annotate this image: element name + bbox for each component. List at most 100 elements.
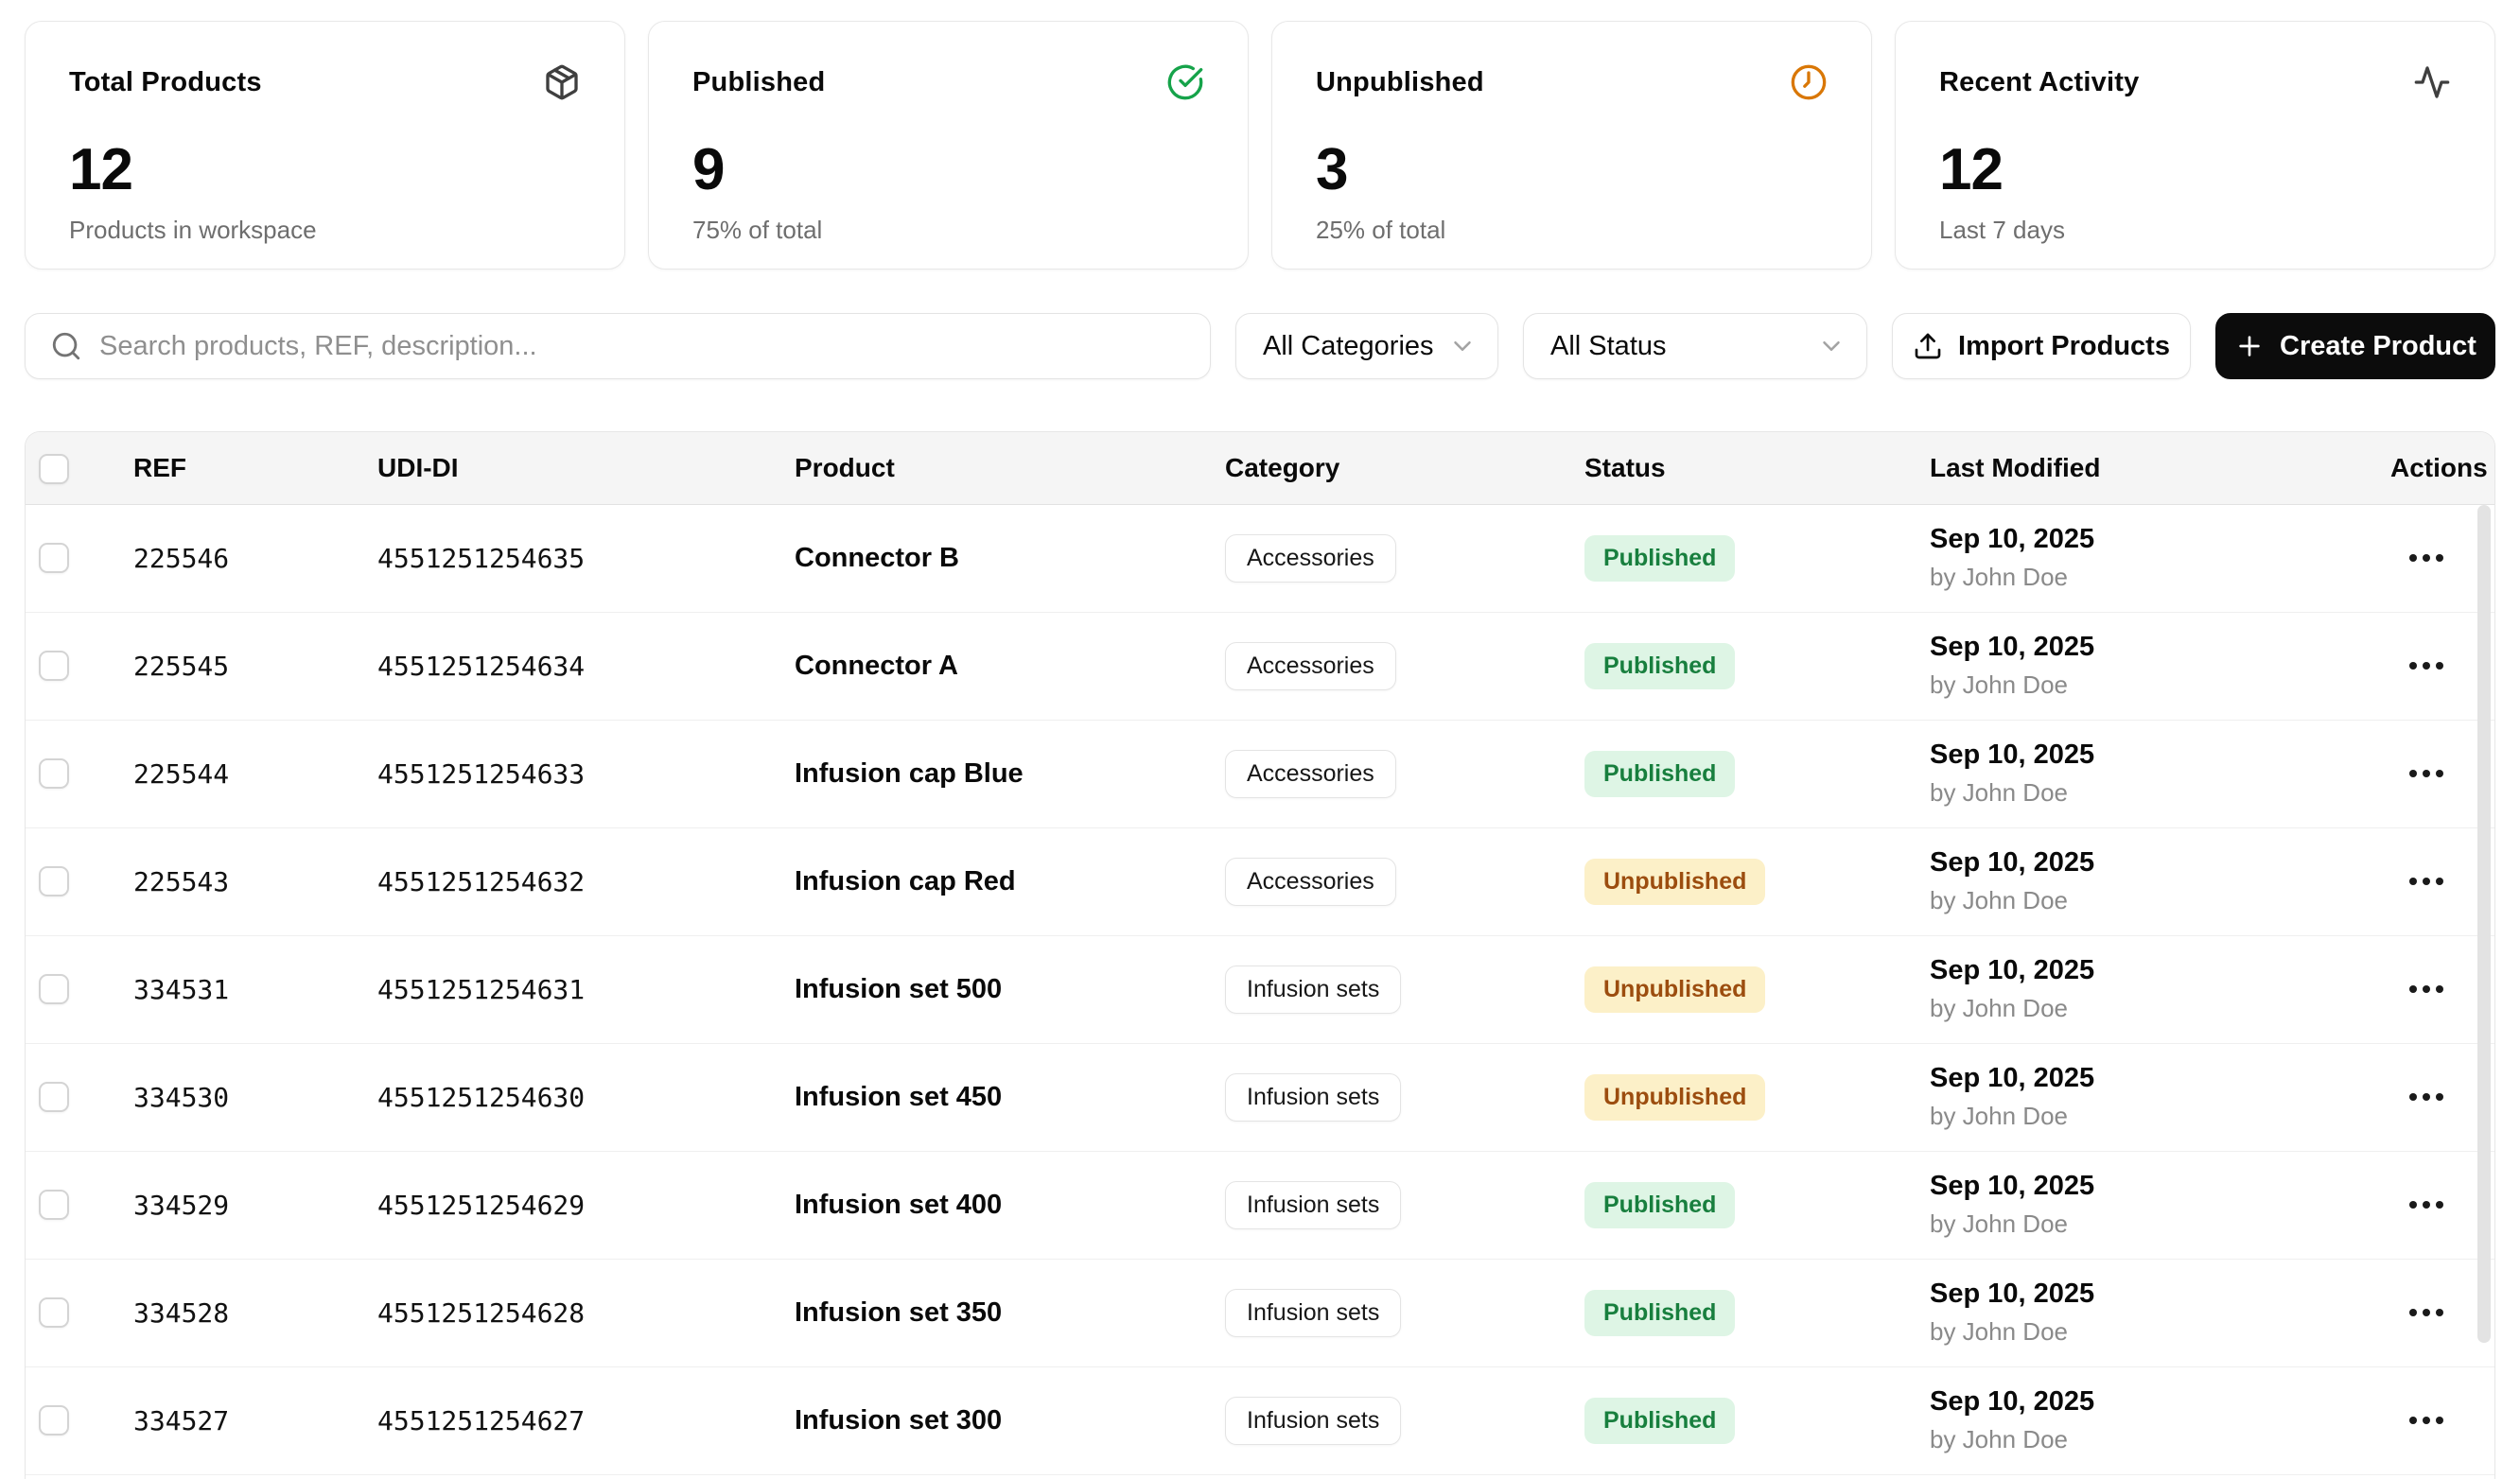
table-scrollbar-thumb[interactable] [2477, 505, 2491, 1343]
column-header-actions: Actions [2390, 432, 2494, 504]
dashboard-page: Total Products 12 Products in workspace … [0, 0, 2520, 1479]
ref-value: 225544 [133, 758, 229, 790]
search-input[interactable] [99, 331, 1185, 362]
category-filter-value: All Categories [1263, 331, 1434, 362]
status-badge: Unpublished [1584, 1074, 1765, 1121]
row-checkbox[interactable] [39, 1082, 69, 1112]
ref-value: 225546 [133, 543, 229, 574]
card-title: Recent Activity [1939, 67, 2139, 98]
search-box [25, 313, 1211, 379]
table-body: 225546 4551251254635 Connector B Accesso… [26, 504, 2494, 1474]
create-product-label: Create Product [2280, 331, 2476, 362]
last-modified-date: Sep 10, 2025 [1930, 740, 2390, 771]
more-horizontal-icon[interactable] [2406, 1084, 2447, 1110]
last-modified-by: by John Doe [1930, 1209, 2390, 1239]
stat-card-total-products: Total Products 12 Products in workspace [25, 21, 625, 270]
card-value: 12 [69, 141, 581, 200]
last-modified-by: by John Doe [1930, 994, 2390, 1023]
category-chip: Infusion sets [1225, 966, 1401, 1014]
more-horizontal-icon[interactable] [2406, 1192, 2447, 1218]
ref-value: 334529 [133, 1190, 229, 1221]
row-checkbox[interactable] [39, 758, 69, 789]
category-chip: Accessories [1225, 642, 1396, 690]
row-checkbox[interactable] [39, 974, 69, 1004]
status-badge: Published [1584, 1290, 1735, 1336]
product-name: Infusion set 500 [795, 974, 1002, 1004]
row-checkbox[interactable] [39, 651, 69, 681]
check-circle-icon [1166, 63, 1204, 101]
ref-value: 225545 [133, 651, 229, 682]
last-modified-date: Sep 10, 2025 [1930, 955, 2390, 986]
table-row: 334529 4551251254629 Infusion set 400 In… [26, 1151, 2494, 1259]
card-subtitle: 75% of total [692, 216, 1204, 245]
last-modified-by: by John Doe [1930, 778, 2390, 808]
stats-cards: Total Products 12 Products in workspace … [25, 21, 2495, 270]
last-modified-date: Sep 10, 2025 [1930, 847, 2390, 879]
status-badge: Published [1584, 1398, 1735, 1444]
udi-di-value: 4551251254634 [377, 651, 585, 682]
status-badge: Published [1584, 751, 1735, 797]
more-horizontal-icon[interactable] [2406, 652, 2447, 679]
last-modified-by: by John Doe [1930, 886, 2390, 915]
udi-di-value: 4551251254629 [377, 1190, 585, 1221]
more-horizontal-icon[interactable] [2406, 1299, 2447, 1326]
row-checkbox[interactable] [39, 1405, 69, 1436]
category-chip: Infusion sets [1225, 1397, 1401, 1445]
table-row: 225543 4551251254632 Infusion cap Red Ac… [26, 827, 2494, 935]
product-name: Infusion set 350 [795, 1297, 1002, 1328]
row-checkbox[interactable] [39, 1297, 69, 1328]
udi-di-value: 4551251254628 [377, 1297, 585, 1329]
row-checkbox[interactable] [39, 1190, 69, 1220]
table-row: 334531 4551251254631 Infusion set 500 In… [26, 935, 2494, 1043]
more-horizontal-icon[interactable] [2406, 760, 2447, 787]
column-header-udi-di: UDI-DI [377, 432, 795, 504]
ref-value: 334531 [133, 974, 229, 1005]
clock-icon [1790, 63, 1828, 101]
activity-icon [2413, 63, 2451, 101]
status-filter-value: All Status [1550, 331, 1667, 362]
stat-card-recent-activity: Recent Activity 12 Last 7 days [1895, 21, 2495, 270]
ref-value: 334528 [133, 1297, 229, 1329]
product-name: Infusion set 400 [795, 1190, 1002, 1220]
category-chip: Infusion sets [1225, 1073, 1401, 1122]
last-modified-date: Sep 10, 2025 [1930, 632, 2390, 663]
card-subtitle: Last 7 days [1939, 216, 2451, 245]
stat-card-unpublished: Unpublished 3 25% of total [1271, 21, 1872, 270]
search-icon [50, 330, 82, 362]
column-header-product: Product [795, 432, 1225, 504]
category-filter-dropdown[interactable]: All Categories [1235, 313, 1498, 379]
column-header-last-modified: Last Modified [1930, 432, 2390, 504]
create-product-button[interactable]: Create Product [2215, 313, 2495, 379]
ref-value: 334530 [133, 1082, 229, 1113]
upload-icon [1913, 331, 1943, 361]
import-products-button[interactable]: Import Products [1892, 313, 2191, 379]
product-name: Infusion set 450 [795, 1082, 1002, 1112]
import-products-label: Import Products [1958, 331, 2170, 362]
product-name: Connector A [795, 651, 958, 681]
category-chip: Accessories [1225, 750, 1396, 798]
status-badge: Published [1584, 1182, 1735, 1228]
select-all-checkbox[interactable] [39, 454, 69, 484]
card-subtitle: 25% of total [1316, 216, 1828, 245]
card-title: Unpublished [1316, 67, 1484, 98]
table-row: 225546 4551251254635 Connector B Accesso… [26, 504, 2494, 612]
udi-di-value: 4551251254630 [377, 1082, 585, 1113]
plus-icon [2234, 331, 2265, 361]
row-checkbox[interactable] [39, 543, 69, 573]
column-header-status: Status [1584, 432, 1930, 504]
category-chip: Accessories [1225, 534, 1396, 583]
last-modified-by: by John Doe [1930, 670, 2390, 700]
more-horizontal-icon[interactable] [2406, 545, 2447, 571]
status-badge: Unpublished [1584, 966, 1765, 1013]
chevron-down-icon [1448, 332, 1477, 360]
column-header-category: Category [1225, 432, 1584, 504]
last-modified-date: Sep 10, 2025 [1930, 524, 2390, 555]
table-row: 334530 4551251254630 Infusion set 450 In… [26, 1043, 2494, 1151]
row-checkbox[interactable] [39, 866, 69, 896]
table-row: 225545 4551251254634 Connector A Accesso… [26, 612, 2494, 720]
status-filter-dropdown[interactable]: All Status [1523, 313, 1867, 379]
more-horizontal-icon[interactable] [2406, 1407, 2447, 1434]
product-name: Infusion cap Blue [795, 758, 1024, 789]
more-horizontal-icon[interactable] [2406, 976, 2447, 1002]
more-horizontal-icon[interactable] [2406, 868, 2447, 895]
